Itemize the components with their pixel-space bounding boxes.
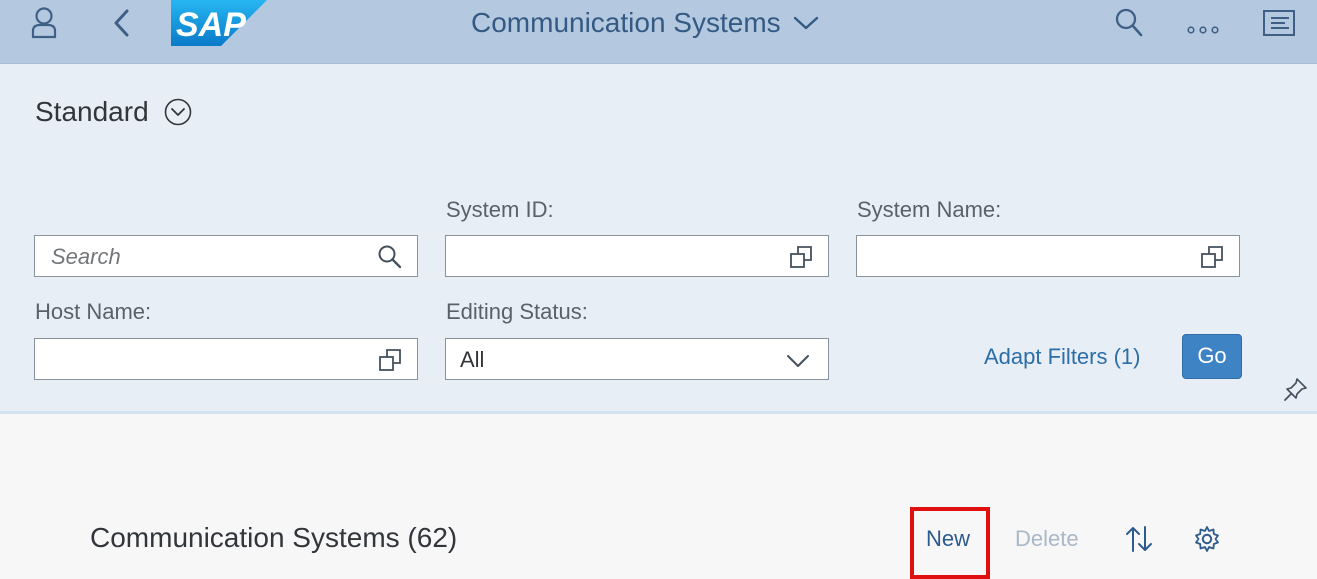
sap-logo-text: SAP [176, 6, 246, 44]
system-name-field[interactable] [856, 235, 1240, 277]
search-placeholder: Search [51, 244, 121, 269]
table-title: Communication Systems (62) [90, 522, 458, 553]
back-icon[interactable] [110, 8, 132, 38]
shell-bar: SAP Communication Systems [0, 0, 1317, 64]
value-help-icon[interactable] [377, 347, 403, 373]
notifications-icon[interactable] [1262, 9, 1296, 37]
chevron-down-circle-icon [164, 98, 191, 126]
user-icon[interactable] [30, 6, 58, 40]
go-button[interactable]: Go [1182, 334, 1242, 379]
app-title: Communication Systems [471, 7, 781, 38]
sort-icon[interactable] [1123, 523, 1155, 555]
host-name-label: Host Name: [35, 299, 152, 324]
search-icon[interactable] [377, 244, 403, 270]
adapt-filters-button[interactable]: Adapt Filters (1) [984, 342, 1141, 372]
variant-name: Standard [35, 96, 149, 127]
system-id-label: System ID: [446, 197, 554, 222]
system-name-label: System Name: [857, 197, 1002, 222]
chevron-down-icon [787, 355, 809, 367]
editing-status-value: All [460, 347, 485, 372]
overflow-icon[interactable] [1186, 24, 1220, 36]
new-button[interactable]: New [926, 524, 970, 554]
sap-logo: SAP [171, 0, 267, 46]
host-name-field[interactable] [34, 338, 418, 380]
chevron-down-icon [793, 16, 818, 30]
variant-selector[interactable]: Standard [35, 94, 193, 130]
editing-status-select[interactable]: All [445, 338, 829, 380]
search-icon[interactable] [1114, 7, 1144, 39]
editing-status-label: Editing Status: [446, 299, 588, 324]
system-id-field[interactable] [445, 235, 829, 277]
search-input[interactable]: Search [34, 235, 418, 277]
app-title-menu[interactable]: Communication Systems [471, 5, 819, 41]
settings-icon[interactable] [1192, 524, 1222, 554]
delete-button[interactable]: Delete [1015, 524, 1079, 554]
pin-icon[interactable] [1283, 376, 1309, 402]
value-help-icon[interactable] [1199, 244, 1225, 270]
value-help-icon[interactable] [788, 244, 814, 270]
